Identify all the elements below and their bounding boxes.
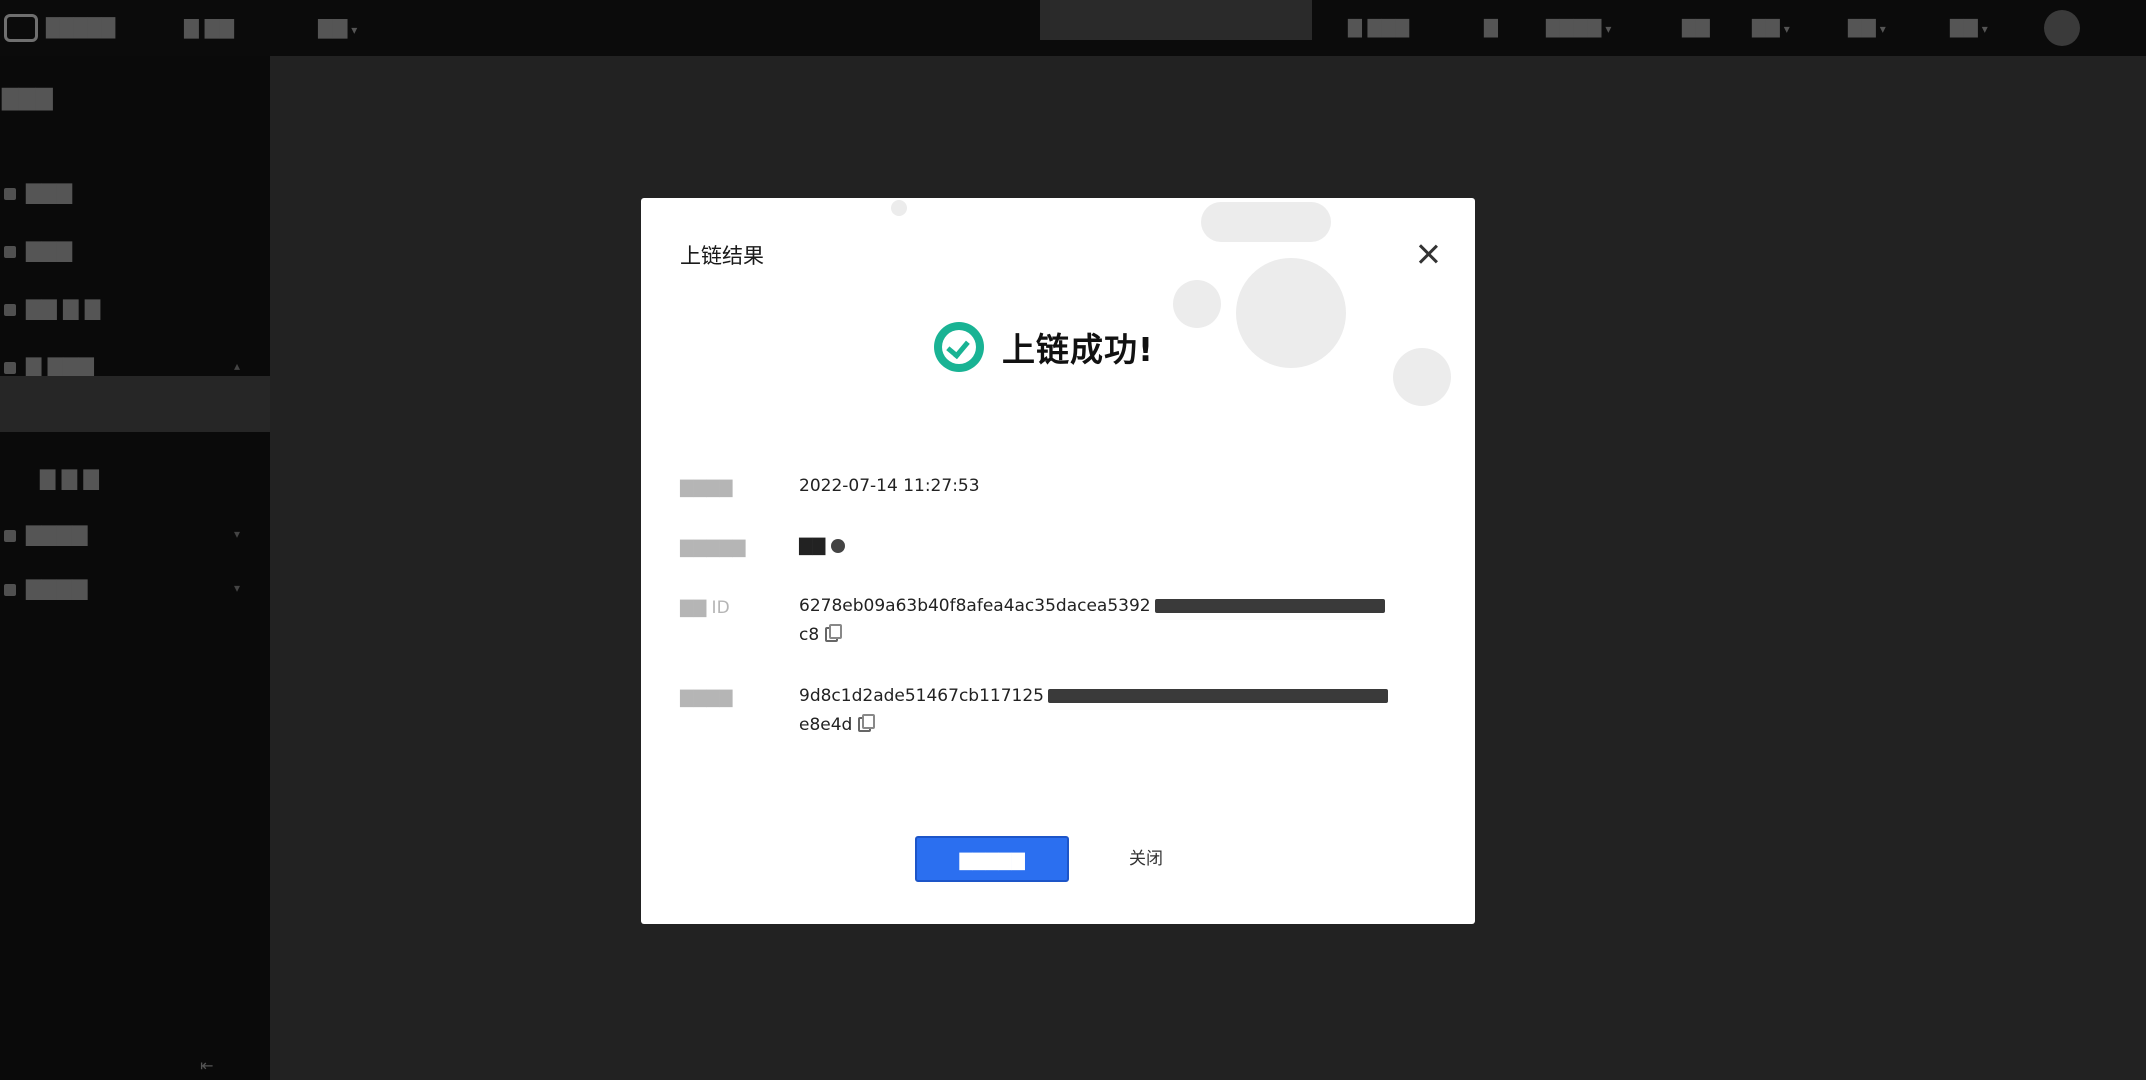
close-icon[interactable] (1414, 240, 1442, 268)
success-message: 上链成功! (1002, 330, 1155, 369)
row-label-hash: ▇▇▇▇ (680, 688, 733, 708)
sidebar: ▇▇▇ ▇▇▇ ▇▇▇ ▇▇ ▇ ▇ ▇ ▇▇▇ ▴ ▇ ▇ ▇ ▇▇▇▇ ▾ ▇▇… (0, 56, 270, 1080)
menu-icon (4, 187, 16, 200)
dialog-title: 上链结果 (680, 244, 764, 268)
sidebar-item-2[interactable]: ▇▇▇ (0, 228, 270, 272)
view-details-button[interactable]: ▇▇▇▇▇ (915, 836, 1069, 882)
chevron-down-icon: ▾ (1783, 22, 1790, 36)
success-banner: 上链成功! (934, 322, 1154, 372)
status-icon (831, 539, 846, 553)
decoration-shape (891, 200, 907, 216)
menu-icon (4, 245, 16, 258)
redacted-text (1154, 599, 1385, 613)
nav-link-console[interactable]: ▇ ▇▇ (184, 8, 234, 48)
copy-icon[interactable] (858, 714, 876, 732)
top-menu-item-3[interactable]: ▇▇▇▇ ▾ (1546, 8, 1611, 48)
logo-icon (4, 14, 38, 42)
menu-icon (4, 361, 16, 374)
row-value-hash: 9d8c1d2ade51467cb117125 e8e4d (799, 682, 1399, 740)
decoration-shape (1173, 280, 1221, 328)
row-label-id: ▇▇ ID (680, 598, 730, 618)
top-navigation-bar: █████ ▇ ▇▇ ▇▇ ▾ ▇ ▇▇▇ ▇ ▇▇▇▇ ▾ ▇▇ ▇▇ ▾ ▇▇ ▾ … (0, 0, 2146, 56)
decoration-shape (1201, 202, 1331, 242)
sidebar-item-1[interactable]: ▇▇▇ (0, 170, 270, 214)
menu-icon (4, 583, 16, 596)
menu-icon (4, 303, 16, 316)
sidebar-item-3[interactable]: ▇▇ ▇ ▇ (0, 286, 270, 330)
nav-link-products[interactable]: ▇▇ ▾ (318, 8, 357, 48)
collapse-sidebar-icon[interactable]: ⇤ (200, 1056, 234, 1075)
top-menu-item-2[interactable]: ▇ (1484, 8, 1498, 48)
chevron-down-icon: ▾ (233, 581, 240, 595)
chain-result-dialog: 上链结果 上链成功! ▇▇▇▇ 2022-07-14 11:27:53 ▇▇▇▇… (641, 198, 1475, 924)
row-label-time: ▇▇▇▇ (680, 478, 733, 498)
chevron-down-icon: ▾ (351, 23, 358, 37)
sidebar-title: ▇▇▇ (2, 86, 53, 111)
logo-text: █████ (46, 17, 116, 39)
check-circle-icon (934, 322, 984, 372)
sidebar-item-5[interactable]: ▇▇▇▇ ▾ (0, 512, 270, 556)
top-menu-item-5[interactable]: ▇▇ ▾ (1752, 8, 1790, 48)
sidebar-item-active[interactable] (0, 376, 270, 432)
sidebar-item-6[interactable]: ▇▇▇▇ ▾ (0, 566, 270, 610)
row-label-status: ▇▇▇▇▇ (680, 538, 746, 558)
avatar[interactable] (2044, 10, 2080, 46)
sidebar-item-sub[interactable]: ▇ ▇ ▇ (0, 456, 270, 500)
chevron-down-icon: ▾ (1879, 22, 1886, 36)
row-value-id: 6278eb09a63b40f8afea4ac35dacea5392 c8 (799, 592, 1399, 650)
chevron-down-icon: ▾ (233, 527, 240, 541)
chevron-down-icon: ▾ (1605, 22, 1612, 36)
row-value-status: ▇▇ (799, 532, 1399, 561)
row-value-time: 2022-07-14 11:27:53 (799, 476, 980, 496)
redacted-text (1047, 689, 1388, 703)
top-menu-item-6[interactable]: ▇▇ ▾ (1848, 8, 1886, 48)
search-box[interactable] (1040, 0, 1312, 40)
top-menu-item-1[interactable]: ▇ ▇▇▇ (1348, 8, 1409, 48)
decoration-shape (1236, 258, 1346, 368)
chevron-down-icon: ▾ (1981, 22, 1988, 36)
top-menu-item-4[interactable]: ▇▇ (1682, 8, 1710, 48)
close-button[interactable]: 关闭 (1111, 836, 1181, 882)
top-menu-item-7[interactable]: ▇▇ ▾ (1950, 8, 1988, 48)
app-logo[interactable]: █████ (4, 8, 115, 48)
menu-icon (4, 529, 16, 542)
copy-icon[interactable] (825, 624, 843, 642)
decoration-shape (1393, 348, 1451, 406)
